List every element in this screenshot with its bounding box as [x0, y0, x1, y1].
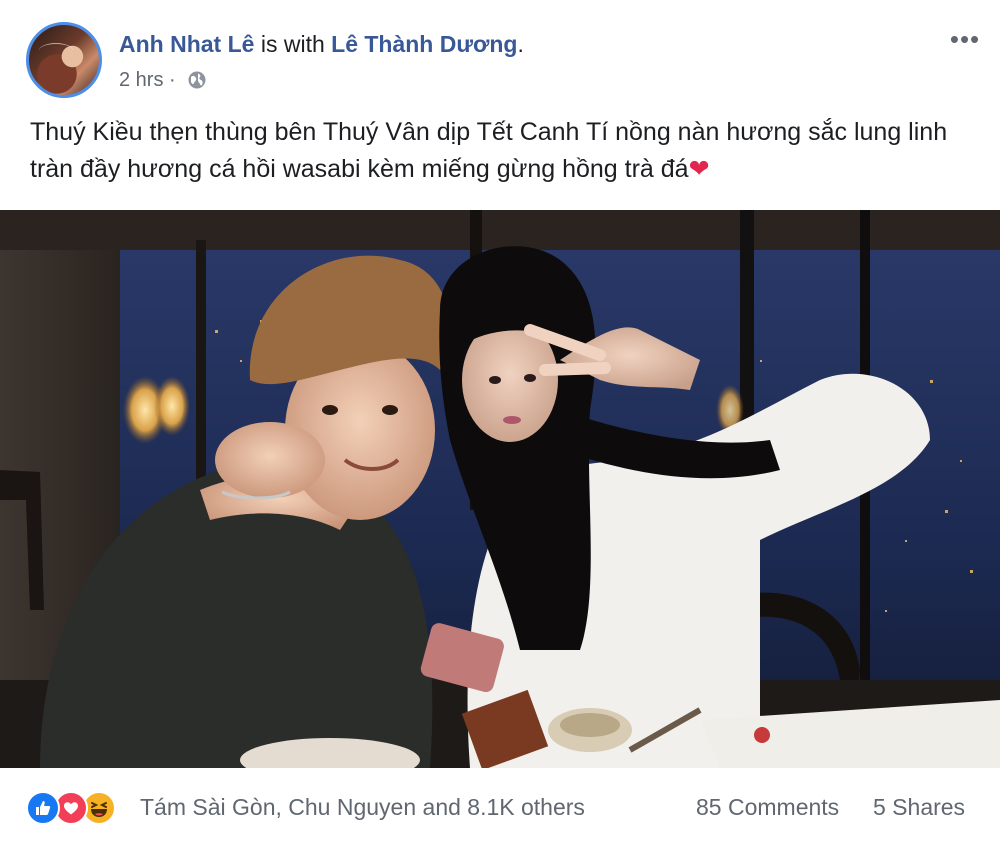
avatar-signature — [39, 43, 73, 58]
caption-text: Thuý Kiều thẹn thùng bên Thuý Vân dịp Tế… — [30, 118, 948, 183]
post-meta: 2 hrs · — [119, 68, 207, 92]
reaction-icons[interactable] — [26, 790, 116, 826]
like-icon — [26, 791, 60, 825]
heart-emoji: ❤ — [688, 155, 710, 183]
post-caption: Thuý Kiều thẹn thùng bên Thuý Vân dịp Tế… — [30, 114, 980, 188]
post-timestamp[interactable]: 2 hrs — [119, 68, 163, 92]
reaction-names-link[interactable]: Tám Sài Gòn, Chu Nguyen and 8.1K others — [140, 794, 585, 821]
author-name-link[interactable]: Anh Nhat Lê — [119, 31, 254, 57]
tagged-person-link[interactable]: Lê Thành Dương — [331, 31, 517, 57]
author-avatar[interactable] — [26, 22, 102, 98]
post-footer: Tám Sài Gòn, Chu Nguyen and 8.1K others … — [0, 768, 1000, 848]
post-photo[interactable] — [0, 210, 1000, 768]
post-title-line: Anh Nhat Lê is with Lê Thành Dương. — [119, 30, 524, 58]
shares-count-link[interactable]: 5 Shares — [873, 794, 965, 821]
globe-icon[interactable] — [187, 70, 207, 90]
with-text: is with — [254, 31, 332, 57]
comments-count-link[interactable]: 85 Comments — [696, 794, 839, 821]
facebook-post: Anh Nhat Lê is with Lê Thành Dương. 2 hr… — [0, 0, 1000, 848]
title-period: . — [517, 31, 524, 57]
more-options-button[interactable]: ••• — [946, 24, 984, 54]
meta-separator: · — [163, 69, 182, 91]
post-header: Anh Nhat Lê is with Lê Thành Dương. 2 hr… — [0, 0, 1000, 110]
photo-image — [0, 210, 1000, 768]
